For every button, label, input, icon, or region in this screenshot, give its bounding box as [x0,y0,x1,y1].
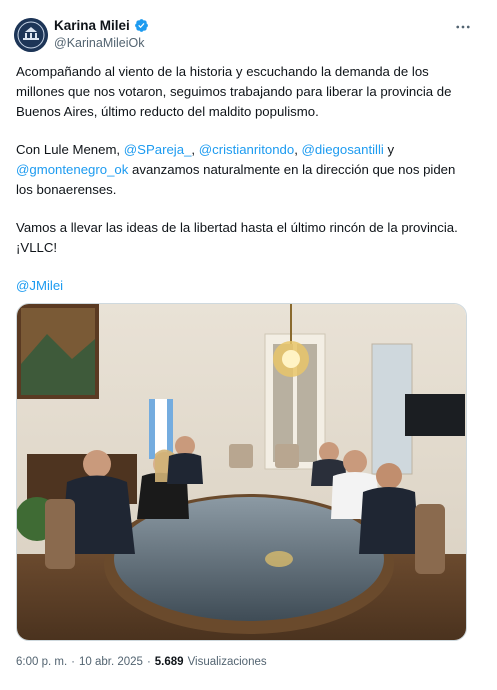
tweet-header: Karina Milei @KarinaMileiOk [14,16,484,56]
author-name-row: Karina Milei [54,18,149,33]
tweet-paragraph-2: Con Lule Menem, @SPareja_, @cristianrito… [16,140,472,200]
avatar[interactable] [14,18,48,52]
tweet-text: Acompañando al viento de la historia y e… [16,62,472,314]
tweet-meta: 6:00 p. m. · 10 abr. 2025 · 5.689 Visual… [16,656,267,668]
views-label: Visualizaciones [187,656,267,668]
mention-cristianritondo[interactable]: @cristianritondo [199,142,294,157]
paragraph-2-separator-2: , [294,142,302,157]
tweet-photo[interactable] [16,303,467,641]
tweet-date[interactable]: 10 abr. 2025 [79,656,143,668]
tweet-paragraph-1: Acompañando al viento de la historia y e… [16,64,452,119]
verified-badge-icon [134,18,149,33]
meta-separator-1: · [71,656,75,668]
tweet-card: Karina Milei @KarinaMileiOk Acompañando … [0,0,497,690]
more-options-icon[interactable] [452,16,474,38]
author-display-name[interactable]: Karina Milei [54,18,130,33]
author-handle[interactable]: @KarinaMileiOk [54,36,145,50]
paragraph-2-prefix: Con Lule Menem, [16,142,124,157]
mention-diegosantilli[interactable]: @diegosantilli [302,142,384,157]
paragraph-2-separator-1: , [191,142,199,157]
mention-gmontenegro[interactable]: @gmontenegro_ok [16,162,128,177]
tweet-time[interactable]: 6:00 p. m. [16,656,67,668]
paragraph-2-separator-3: y [383,142,395,157]
views-count: 5.689 [154,656,184,668]
tweet-paragraph-4: @JMilei [16,276,472,296]
tweet-paragraph-3: Vamos a llevar las ideas de la libertad … [16,220,458,255]
mention-spareja[interactable]: @SPareja_ [124,142,192,157]
mention-jmilei[interactable]: @JMilei [16,278,63,293]
meta-separator-2: · [146,656,151,668]
